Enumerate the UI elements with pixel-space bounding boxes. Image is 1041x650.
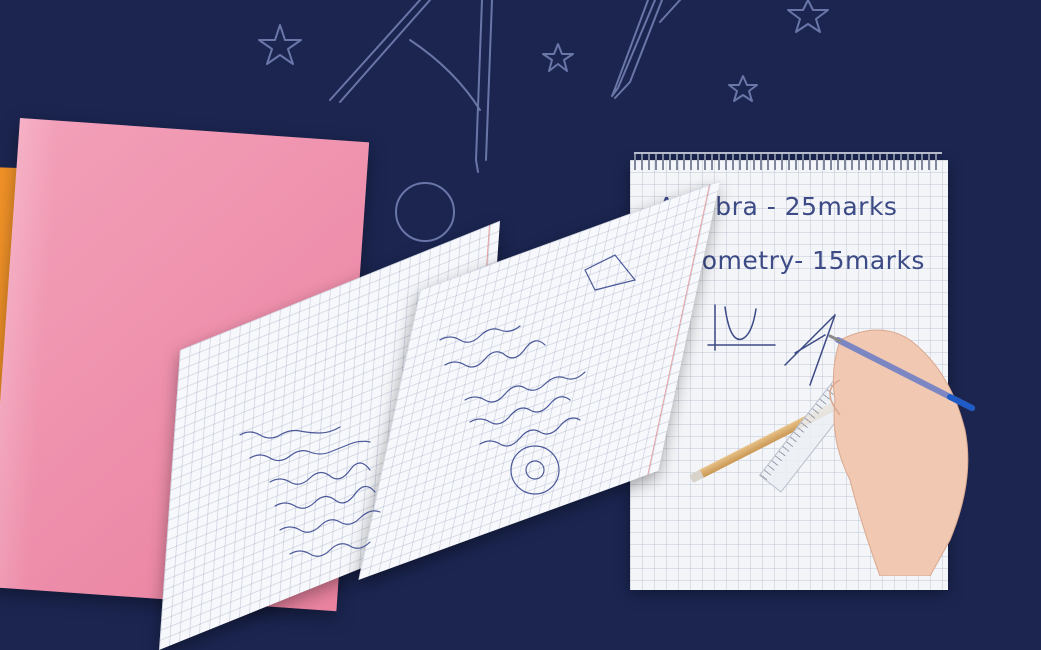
spiral-binding <box>634 152 942 170</box>
star-icon <box>787 0 829 33</box>
hand-icon <box>828 329 975 576</box>
star-icon <box>258 24 302 65</box>
star-icon <box>728 75 758 102</box>
handwritten-scribbles <box>239 254 637 557</box>
pen-icon <box>611 0 681 99</box>
open-notebook <box>159 180 780 650</box>
photo-scene: Algebra - 25marks Geometry- 15marks <box>0 0 1041 650</box>
star-icon <box>542 43 574 72</box>
